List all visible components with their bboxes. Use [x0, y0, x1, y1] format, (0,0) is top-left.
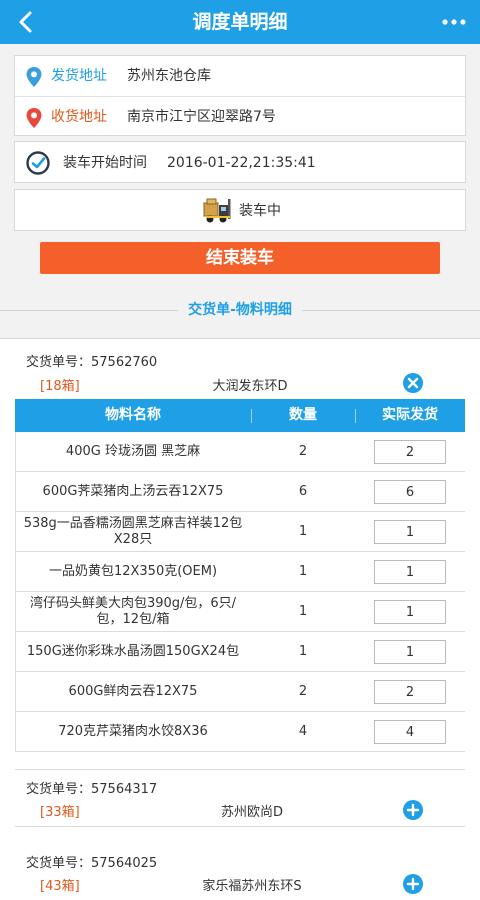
- actual-qty-input[interactable]: [374, 600, 446, 624]
- material-qty: 2: [298, 684, 308, 699]
- material-qty: 6: [298, 484, 308, 499]
- material-name-text: 150G迷你彩珠水晶汤圆150GX24包: [26, 644, 240, 659]
- material-name-text: 538g一品香糯汤圆黑芝麻吉祥装12包X28只: [23, 516, 243, 547]
- section-title: 交货单-物料明细: [188, 302, 292, 318]
- clock-icon: [26, 151, 50, 175]
- actual-qty-input[interactable]: [374, 640, 446, 664]
- actual-qty-input[interactable]: [374, 720, 446, 744]
- material-name-text: 600G荠菜猪肉上汤云吞12X75: [42, 484, 224, 499]
- table-row: 720克芹菜猪肉水饺8X36 4: [15, 712, 465, 752]
- to-address-value: 南京市江宁区迎翠路7号: [127, 109, 276, 125]
- actual-qty-input[interactable]: [374, 680, 446, 704]
- loading-status-text: 装车中: [239, 203, 281, 219]
- store-name: 大润发东环D: [212, 379, 288, 394]
- actual-qty-input[interactable]: [374, 480, 446, 504]
- close-icon: [407, 377, 419, 389]
- material-name-text: 720克芹菜猪肉水饺8X36: [58, 724, 208, 739]
- material-name-text: 400G 玲珑汤圆 黑芝麻: [65, 444, 201, 459]
- section-header: 交货单-物料明细: [0, 298, 480, 322]
- table-header: 物料名称 数量 实际发货: [15, 399, 465, 432]
- table-row: 湾仔码头鲜美大肉包390g/包，6只/包，12包/箱 1: [15, 592, 465, 632]
- box-count: [43箱]: [40, 879, 80, 894]
- plus-icon: [406, 803, 420, 817]
- material-name: 600G荠菜猪肉上汤云吞12X75: [15, 472, 251, 512]
- column-header-qty: 数量: [289, 407, 317, 423]
- material-name: 一品奶黄包12X350克(OEM): [15, 552, 251, 592]
- to-address-row: 收货地址 南京市江宁区迎翠路7号: [15, 96, 465, 136]
- location-pin-icon: [26, 108, 42, 128]
- column-header-name: 物料名称: [105, 407, 161, 423]
- more-button[interactable]: [440, 10, 468, 34]
- expand-order-button[interactable]: [403, 800, 423, 820]
- order-number: 交货单号：57564025: [26, 856, 158, 871]
- location-pin-icon: [26, 67, 42, 87]
- material-name-text: 600G鲜肉云吞12X75: [68, 684, 198, 699]
- order-number: 交货单号：57562760: [26, 355, 158, 370]
- material-qty: 2: [298, 444, 308, 459]
- table-border: [15, 432, 16, 752]
- more-dots-icon: [442, 19, 466, 25]
- loading-start-card: 装车开始时间 2016-01-22,21:35:41: [14, 141, 466, 183]
- box-count: [18箱]: [40, 379, 80, 394]
- loading-status-card: 装车中: [14, 189, 466, 231]
- column-header-actual: 实际发货: [382, 407, 438, 423]
- table-row: 600G鲜肉云吞12X75 2: [15, 672, 465, 712]
- forklift-icon: [203, 198, 231, 223]
- order-divider: [15, 826, 465, 827]
- material-name: 600G鲜肉云吞12X75: [15, 672, 251, 712]
- order-number: 交货单号：57564317: [26, 782, 158, 797]
- material-name-text: 一品奶黄包12X350克(OEM): [48, 564, 218, 579]
- material-qty: 4: [298, 724, 308, 739]
- actual-qty-input[interactable]: [374, 520, 446, 544]
- end-loading-button[interactable]: 结束装车: [40, 242, 440, 274]
- address-card: 发货地址 苏州东池仓库 收货地址 南京市江宁区迎翠路7号: [14, 55, 466, 136]
- actual-qty-input[interactable]: [374, 440, 446, 464]
- top-bar: 调度单明细: [0, 0, 480, 44]
- material-table: 物料名称 数量 实际发货 400G 玲珑汤圆 黑芝麻 2 600G荠菜猪肉上汤云吞1…: [15, 399, 465, 752]
- table-row: 一品奶黄包12X350克(OEM) 1: [15, 552, 465, 592]
- material-qty: 1: [298, 644, 308, 659]
- actual-qty-input[interactable]: [374, 560, 446, 584]
- collapse-order-button[interactable]: [403, 373, 423, 393]
- material-qty: 1: [298, 524, 308, 539]
- store-name: 苏州欧尚D: [220, 805, 283, 820]
- material-qty: 1: [298, 564, 308, 579]
- order-divider: [15, 769, 465, 770]
- material-name: 400G 玲珑汤圆 黑芝麻: [15, 432, 251, 472]
- table-row: 150G迷你彩珠水晶汤圆150GX24包 1: [15, 632, 465, 672]
- material-name: 湾仔码头鲜美大肉包390g/包，6只/包，12包/箱: [15, 592, 251, 632]
- box-count: [33箱]: [40, 805, 80, 820]
- page-title: 调度单明细: [192, 11, 288, 33]
- table-row: 400G 玲珑汤圆 黑芝麻 2: [15, 432, 465, 472]
- expand-order-button[interactable]: [403, 874, 423, 894]
- material-qty: 1: [298, 604, 308, 619]
- material-name: 720克芹菜猪肉水饺8X36: [15, 712, 251, 752]
- table-row: 538g一品香糯汤圆黑芝麻吉祥装12包X28只 1: [15, 512, 465, 552]
- table-row: 600G荠菜猪肉上汤云吞12X75 6: [15, 472, 465, 512]
- from-address-row: 发货地址 苏州东池仓库: [15, 56, 465, 96]
- to-address-label: 收货地址: [51, 109, 107, 125]
- from-address-label: 发货地址: [51, 68, 107, 84]
- material-name: 538g一品香糯汤圆黑芝麻吉祥装12包X28只: [15, 512, 251, 552]
- material-name: 150G迷你彩珠水晶汤圆150GX24包: [15, 632, 251, 672]
- plus-icon: [406, 877, 420, 891]
- loading-start-value: 2016-01-22,21:35:41: [167, 155, 316, 171]
- material-name-text: 湾仔码头鲜美大肉包390g/包，6只/包，12包/箱: [29, 596, 237, 627]
- loading-start-label: 装车开始时间: [63, 155, 147, 171]
- from-address-value: 苏州东池仓库: [127, 68, 211, 84]
- store-name: 家乐福苏州东环S: [202, 879, 302, 894]
- table-body: 400G 玲珑汤圆 黑芝麻 2 600G荠菜猪肉上汤云吞12X75 6 538g一品香糯…: [15, 432, 465, 752]
